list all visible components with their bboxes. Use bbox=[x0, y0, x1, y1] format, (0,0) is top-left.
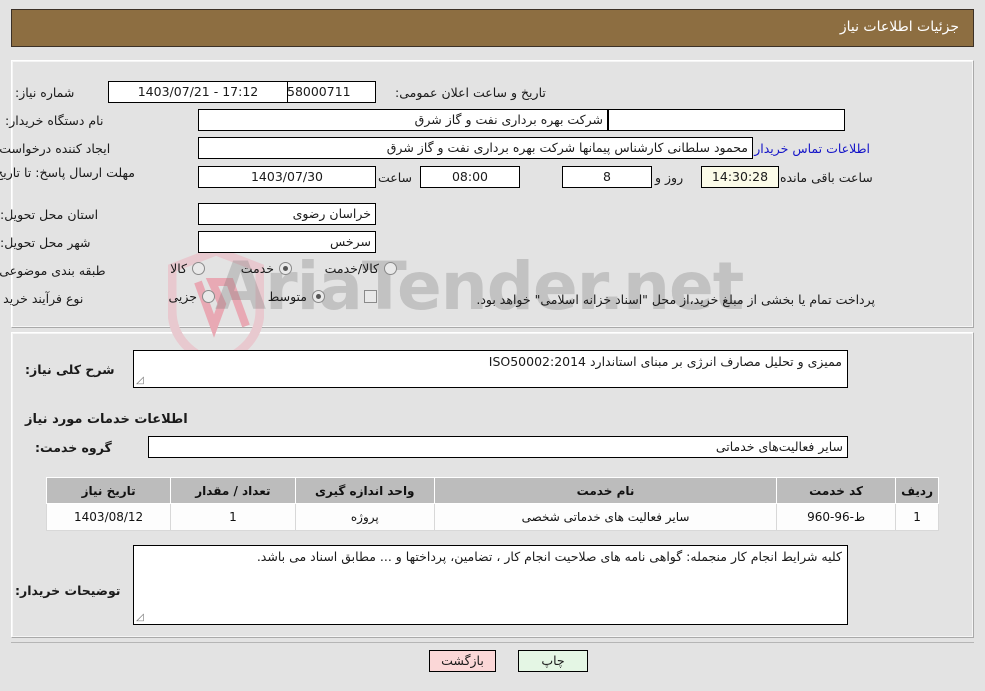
radio-indicator-jozei[interactable] bbox=[202, 290, 215, 303]
service-group-value: سایر فعالیت‌های خدماتی bbox=[148, 436, 848, 458]
treasury-docs-checkbox[interactable] bbox=[364, 290, 377, 303]
cell-quantity: 1 bbox=[170, 503, 296, 531]
hour-label: ساعت bbox=[377, 170, 412, 185]
treasury-docs-note: پرداخت تمام یا بخشی از مبلغ خرید،از محل … bbox=[476, 292, 875, 307]
purchase-type-radio-motavaset[interactable]: متوسط bbox=[268, 289, 325, 304]
category-radio-kala-label: کالا bbox=[170, 261, 187, 276]
province-label: استان محل تحویل: bbox=[0, 207, 99, 222]
category-radio-kala-khedmat[interactable]: کالا/خدمت bbox=[325, 261, 397, 276]
radio-indicator-khedmat[interactable] bbox=[279, 262, 292, 275]
category-radio-kala[interactable]: کالا bbox=[170, 261, 205, 276]
general-desc-label: شرح کلی نیاز: bbox=[25, 362, 115, 377]
deadline-label: مهلت ارسال پاسخ: تا تاریخ: bbox=[0, 165, 135, 180]
category-radio-khedmat-label: خدمت bbox=[240, 261, 274, 276]
purchase-type-label: نوع فرآیند خرید : bbox=[0, 291, 84, 306]
window-titlebar: جزئیات اطلاعات نیاز bbox=[11, 9, 974, 47]
table-header-row: ردیف کد خدمت نام خدمت واحد اندازه گیری ت… bbox=[45, 477, 939, 504]
cell-row-no: 1 bbox=[895, 503, 939, 531]
category-radio-khedmat[interactable]: خدمت bbox=[241, 261, 292, 276]
radio-indicator-motavaset[interactable] bbox=[312, 290, 325, 303]
days-remaining-value: 8 bbox=[562, 166, 652, 188]
buyer-org-value-overflow bbox=[608, 109, 845, 131]
services-section-title: اطلاعات خدمات مورد نیاز bbox=[25, 412, 188, 427]
creator-value: محمود سلطانی کارشناس پیمانها شرکت بهره ب… bbox=[198, 137, 753, 159]
radio-indicator-kala[interactable] bbox=[192, 262, 205, 275]
deadline-date-value: 1403/07/30 bbox=[198, 166, 376, 188]
purchase-type-radio-motavaset-label: متوسط bbox=[267, 289, 307, 304]
service-group-label: گروه خدمت: bbox=[35, 440, 112, 455]
print-button[interactable]: چاپ bbox=[518, 650, 588, 672]
cell-unit: پروژه bbox=[294, 503, 436, 531]
page-title: جزئیات اطلاعات نیاز bbox=[839, 19, 959, 35]
page-root: AriaTender.net جزئیات اطلاعات نیاز شماره… bbox=[0, 0, 985, 691]
general-desc-value: ممیزی و تحلیل مصارف انرژی بر مبنای استان… bbox=[488, 354, 842, 369]
category-label: طبقه بندی موضوعی: bbox=[0, 263, 106, 278]
category-radio-kala-khedmat-label: کالا/خدمت bbox=[324, 261, 379, 276]
deadline-time-value: 08:00 bbox=[420, 166, 520, 188]
resize-handle-icon-notes[interactable]: ◺ bbox=[136, 612, 146, 623]
buyer-notes-value: کلیه شرایط انجام کار منجمله: گواهی نامه … bbox=[256, 549, 842, 564]
cell-need-date: 1403/08/12 bbox=[45, 503, 172, 531]
city-label: شهر محل تحویل: bbox=[0, 235, 91, 250]
announce-datetime-label: تاریخ و ساعت اعلان عمومی: bbox=[395, 85, 546, 100]
remaining-suffix-label: ساعت باقی مانده bbox=[780, 170, 873, 185]
table-row: 1 ط-96-960 سایر فعالیت های خدماتی شخصی پ… bbox=[45, 503, 939, 531]
buyer-org-label: نام دستگاه خریدار: bbox=[5, 113, 104, 128]
days-unit-label: روز و bbox=[655, 170, 684, 185]
announce-datetime-value: 17:12 - 1403/07/21 bbox=[108, 81, 288, 103]
cell-service-name: سایر فعالیت های خدماتی شخصی bbox=[434, 503, 778, 531]
back-button[interactable]: بازگشت bbox=[429, 650, 496, 672]
buyer-notes-label: توضیحات خریدار: bbox=[15, 583, 121, 598]
footer-divider bbox=[11, 642, 974, 643]
table-header-need-date: تاریخ نیاز bbox=[45, 477, 172, 504]
general-desc-value-box[interactable]: ممیزی و تحلیل مصارف انرژی بر مبنای استان… bbox=[133, 350, 848, 388]
city-value: سرخس bbox=[198, 231, 376, 253]
resize-handle-icon[interactable]: ◺ bbox=[136, 375, 146, 386]
table-header-service-code: کد خدمت bbox=[776, 477, 897, 504]
purchase-type-radio-jozei[interactable]: جزیی bbox=[168, 289, 215, 304]
buyer-org-value: شرکت بهره برداری نفت و گاز شرق bbox=[198, 109, 608, 131]
services-table: ردیف کد خدمت نام خدمت واحد اندازه گیری ت… bbox=[45, 477, 939, 531]
table-header-service-name: نام خدمت bbox=[434, 477, 778, 504]
buyer-contact-link[interactable]: اطلاعات تماس خریدار bbox=[754, 141, 870, 156]
creator-label: ایجاد کننده درخواست: bbox=[0, 141, 111, 156]
table-header-quantity: تعداد / مقدار bbox=[170, 477, 296, 504]
purchase-type-radio-jozei-label: جزیی bbox=[168, 289, 197, 304]
time-remaining-value: 14:30:28 bbox=[701, 166, 779, 188]
cell-service-code: ط-96-960 bbox=[776, 503, 897, 531]
radio-indicator-kala-khedmat[interactable] bbox=[384, 262, 397, 275]
table-header-row-no: ردیف bbox=[895, 477, 939, 504]
table-header-unit: واحد اندازه گیری bbox=[294, 477, 436, 504]
buyer-notes-box[interactable]: کلیه شرایط انجام کار منجمله: گواهی نامه … bbox=[133, 545, 848, 625]
province-value: خراسان رضوی bbox=[198, 203, 376, 225]
